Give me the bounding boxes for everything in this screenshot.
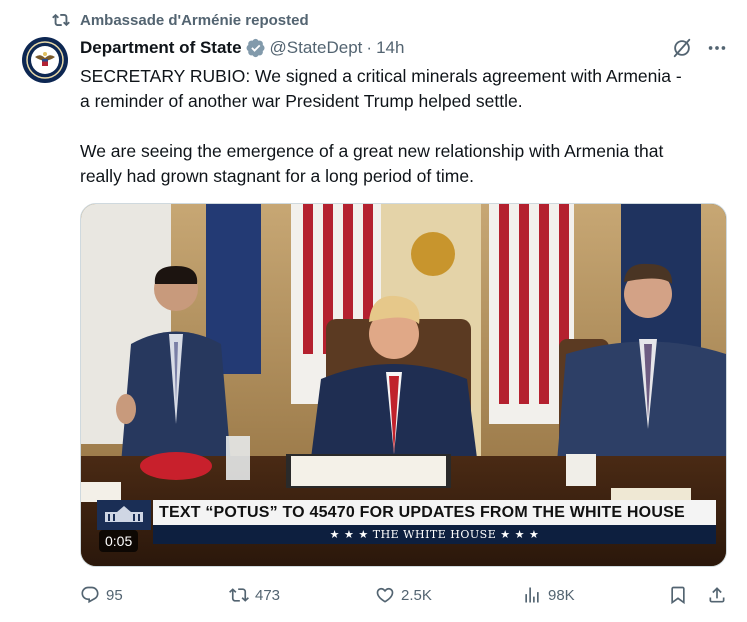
reply-count: 95	[106, 586, 123, 604]
verified-badge-icon[interactable]	[246, 38, 266, 58]
reply-button[interactable]: 95	[80, 585, 123, 605]
repost-icon	[52, 13, 70, 27]
tweet-paragraph-2: We are seeing the emergence of a great n…	[80, 141, 664, 186]
share-button[interactable]	[707, 585, 727, 605]
tweet-text: SECRETARY RUBIO: We signed a critical mi…	[80, 64, 740, 189]
views-count: 98K	[548, 586, 575, 604]
state-department-seal-icon	[23, 38, 67, 82]
views-icon	[525, 587, 539, 603]
separator-dot: ·	[366, 38, 373, 57]
avatar[interactable]	[22, 37, 68, 83]
heart-icon	[376, 587, 394, 603]
bookmark-button[interactable]	[668, 585, 688, 605]
video-player[interactable]: TEXT “POTUS” TO 45470 FOR UPDATES FROM T…	[80, 203, 727, 567]
reply-icon	[81, 586, 99, 604]
video-duration: 0:05	[99, 530, 139, 552]
white-house-building-icon	[105, 506, 143, 522]
share-icon	[709, 587, 725, 603]
repost-label: Ambassade d'Arménie reposted	[80, 11, 309, 29]
chyron-subline: ★ ★ ★ THE WHITE HOUSE ★ ★ ★	[153, 525, 716, 544]
tweet-header: Department of State @StateDept · 14h	[80, 37, 404, 59]
repost-count: 473	[255, 586, 281, 604]
grok-icon[interactable]	[671, 37, 693, 59]
timestamp[interactable]: 14h	[376, 38, 404, 58]
video-chyron: TEXT “POTUS” TO 45470 FOR UPDATES FROM T…	[153, 500, 716, 544]
action-bar: 95 473 2.5K 98K	[0, 585, 747, 609]
white-house-logo	[97, 500, 151, 530]
repost-button[interactable]: 473	[229, 585, 280, 605]
more-options-icon[interactable]	[706, 37, 728, 59]
repost-indicator[interactable]: Ambassade d'Arménie reposted	[52, 10, 309, 30]
bookmark-icon	[671, 586, 685, 605]
author-handle[interactable]: @StateDept	[270, 38, 363, 58]
tweet-paragraph-1: SECRETARY RUBIO: We signed a critical mi…	[80, 66, 682, 111]
like-count: 2.5K	[401, 586, 432, 604]
author-name[interactable]: Department of State	[80, 38, 242, 58]
views-button[interactable]: 98K	[522, 585, 575, 605]
chyron-headline: TEXT “POTUS” TO 45470 FOR UPDATES FROM T…	[153, 500, 716, 525]
repost-icon	[229, 588, 249, 602]
like-button[interactable]: 2.5K	[375, 585, 432, 605]
